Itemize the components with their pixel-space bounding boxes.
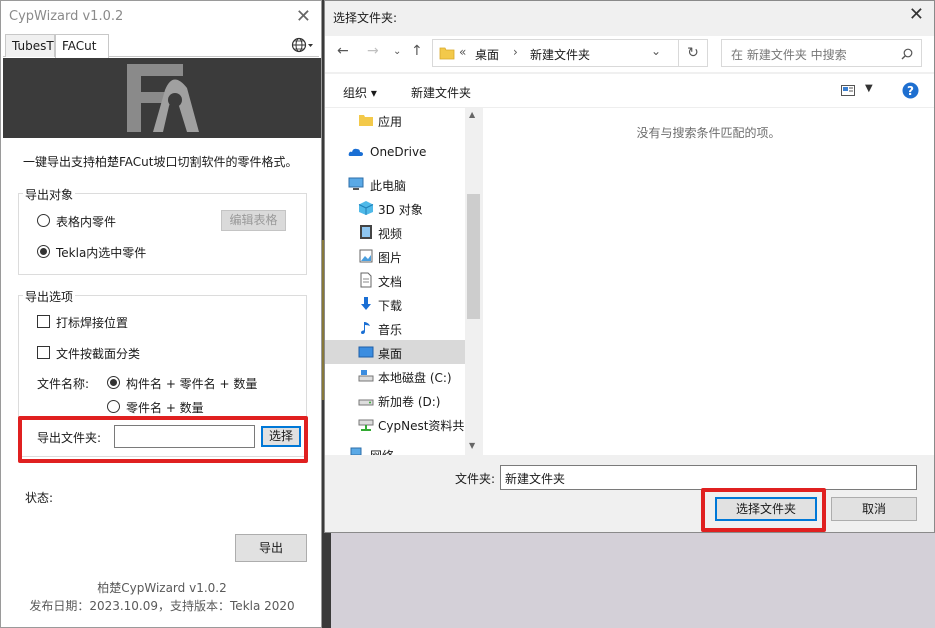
up-arrow-icon[interactable]: ↑	[411, 43, 423, 59]
window-title: CypWizard v1.0.2	[9, 9, 124, 24]
cube-icon	[358, 201, 374, 215]
view-options-icon[interactable]	[841, 85, 855, 96]
document-icon	[360, 272, 372, 288]
radio-table-parts-label[interactable]: 表格内零件	[56, 213, 116, 230]
tree-item-this-pc[interactable]: 此电脑	[325, 172, 465, 196]
tree-item-3d-objects[interactable]: 3D 对象	[325, 196, 465, 220]
dialog-close-icon[interactable]: ✕	[909, 4, 924, 25]
network-drive-icon	[358, 419, 374, 431]
download-icon	[361, 297, 371, 310]
cloud-icon	[348, 148, 363, 156]
forward-arrow-icon[interactable]: →	[367, 43, 379, 59]
radio-filename-full-label[interactable]: 构件名 + 零件名 + 数量	[126, 375, 257, 392]
dialog-title: 选择文件夹:	[333, 11, 398, 25]
breadcrumb-new-folder[interactable]: 新建文件夹	[530, 46, 590, 63]
new-folder-button[interactable]: 新建文件夹	[411, 84, 471, 101]
highlight-box-select	[701, 488, 826, 532]
network-icon	[350, 447, 362, 455]
scroll-down-icon[interactable]: ▼	[469, 441, 475, 450]
folder-dialog: 选择文件夹: ✕ ← → ⌄ ↑ « 桌面 › 新建文件夹 ⌄ ↻ 在 新建文件…	[324, 0, 935, 533]
export-options-legend: 导出选项	[23, 288, 76, 305]
release-footer: 发布日期：2023.10.09，支持版本：Tekla 2020	[29, 599, 295, 613]
address-bar[interactable]: « 桌面 › 新建文件夹 ⌄	[432, 39, 699, 67]
tree-item-cypnest-share[interactable]: CypNest资料共	[325, 412, 465, 436]
search-box[interactable]: 在 新建文件夹 中搜索	[721, 39, 922, 67]
tree-item-drive-c[interactable]: 本地磁盘 (C:)	[325, 364, 465, 388]
tree-item-music[interactable]: 音乐	[325, 316, 465, 340]
radio-table-parts[interactable]	[37, 214, 50, 227]
tree-item-videos[interactable]: 视频	[325, 220, 465, 244]
navigation-bar: ← → ⌄ ↑ « 桌面 › 新建文件夹 ⌄ ↻ 在 新建文件夹 中搜索	[325, 36, 934, 72]
facut-logo-banner	[3, 58, 321, 138]
radio-filename-short-label[interactable]: 零件名 + 数量	[126, 399, 204, 416]
command-toolbar: 组织 ▾ 新建文件夹 ▼ ?	[325, 74, 934, 108]
cypwizard-window: CypWizard v1.0.2 ✕ TubesT FACut 一键导出支持柏楚…	[0, 0, 322, 628]
radio-filename-short[interactable]	[107, 400, 120, 413]
classify-section-checkbox[interactable]	[37, 346, 50, 359]
export-button[interactable]: 导出	[235, 534, 307, 562]
tab-tubest[interactable]: TubesT	[5, 34, 55, 57]
navigation-tree: 应用 OneDrive 此电脑 3D 对象 视频 图片 文档 下载 音乐 桌面 …	[325, 108, 482, 455]
facut-logo	[127, 64, 199, 132]
music-icon	[361, 322, 370, 334]
description-text: 一键导出支持柏楚FACut坡口切割软件的零件格式。	[23, 155, 298, 169]
back-arrow-icon[interactable]: ←	[337, 43, 349, 59]
tree-item-drive-d[interactable]: 新加卷 (D:)	[325, 388, 465, 412]
radio-tekla-selected-label[interactable]: Tekla内选中零件	[56, 244, 146, 261]
folder-icon	[439, 47, 455, 60]
search-placeholder[interactable]: 在 新建文件夹 中搜索	[731, 46, 847, 63]
mark-weld-checkbox[interactable]	[37, 315, 50, 328]
address-dropdown-icon[interactable]: ⌄	[651, 44, 661, 58]
folder-content-pane[interactable]: 没有与搜索条件匹配的项。	[483, 108, 934, 455]
tab-facut[interactable]: FACut	[55, 34, 109, 58]
tree-item-downloads[interactable]: 下载	[325, 292, 465, 316]
folder-name-field[interactable]: 新建文件夹	[500, 465, 917, 490]
highlight-box-folder	[18, 416, 308, 463]
folder-label: 文件夹:	[455, 472, 496, 486]
folder-icon	[359, 115, 373, 126]
desktop-icon	[358, 346, 374, 358]
organize-menu[interactable]: 组织 ▾	[343, 84, 377, 101]
tree-item-desktop[interactable]: 桌面	[325, 340, 465, 364]
breadcrumb-separator: ›	[513, 45, 518, 59]
language-globe-icon[interactable]	[291, 36, 315, 54]
view-dropdown-icon[interactable]: ▼	[865, 83, 873, 94]
breadcrumb-desktop[interactable]: 桌面	[475, 46, 499, 63]
svg-text:?: ?	[907, 84, 914, 98]
scroll-up-icon[interactable]: ▲	[469, 110, 475, 119]
classify-section-label[interactable]: 文件按截面分类	[56, 345, 140, 362]
search-icon[interactable]	[901, 48, 913, 60]
tab-bar: TubesT FACut	[3, 33, 319, 58]
tree-item-apps[interactable]: 应用	[325, 108, 465, 132]
filename-label: 文件名称:	[37, 377, 90, 391]
export-target-legend: 导出对象	[23, 186, 76, 203]
radio-tekla-selected[interactable]	[37, 245, 50, 258]
tree-scroll-thumb[interactable]	[467, 194, 480, 319]
video-icon	[360, 225, 372, 239]
drive-icon	[358, 370, 374, 382]
status-label: 状态:	[25, 491, 54, 505]
close-icon[interactable]: ✕	[296, 6, 311, 27]
tree-item-pictures[interactable]: 图片	[325, 244, 465, 268]
version-footer: 柏楚CypWizard v1.0.2	[97, 581, 227, 595]
export-target-group	[18, 193, 307, 275]
drive-icon	[358, 399, 374, 406]
breadcrumb-overflow[interactable]: «	[459, 45, 466, 59]
refresh-icon[interactable]: ↻	[678, 39, 708, 67]
edit-table-button[interactable]: 编辑表格	[221, 210, 286, 231]
tree-item-network[interactable]: 网络	[325, 442, 465, 455]
mark-weld-label[interactable]: 打标焊接位置	[56, 314, 128, 331]
recent-dropdown-icon[interactable]: ⌄	[393, 46, 401, 57]
picture-icon	[359, 249, 373, 263]
radio-filename-full[interactable]	[107, 376, 120, 389]
tree-item-documents[interactable]: 文档	[325, 268, 465, 292]
tree-item-onedrive[interactable]: OneDrive	[325, 140, 465, 164]
title-bar: CypWizard v1.0.2 ✕	[1, 1, 321, 33]
empty-message: 没有与搜索条件匹配的项。	[636, 126, 781, 140]
help-icon[interactable]: ?	[902, 82, 919, 99]
cancel-button[interactable]: 取消	[831, 497, 917, 521]
computer-icon	[348, 177, 364, 190]
